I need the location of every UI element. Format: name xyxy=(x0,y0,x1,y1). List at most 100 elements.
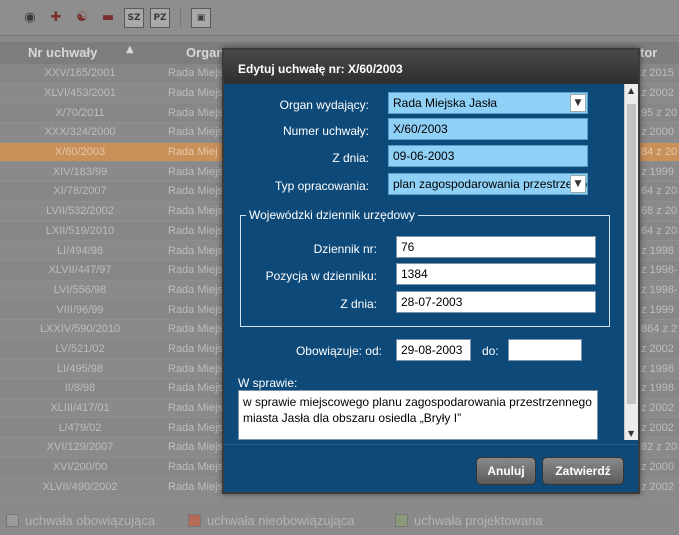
cell-nr: L/479/02 xyxy=(58,421,102,434)
column-header-organ[interactable]: Organ xyxy=(186,45,224,60)
legend-item: uchwała nieobowiązująca xyxy=(188,513,354,528)
legend-label: uchwała projektowana xyxy=(414,513,543,528)
cell-nr: XLVII/447/97 xyxy=(48,264,112,277)
sort-icon[interactable]: ▲︎ xyxy=(126,44,134,55)
cell-organ: Rada Miejsk xyxy=(168,165,229,178)
cell-extra: z 1998- xyxy=(641,283,678,296)
obowiazuje-label: Obowiązuje: od: xyxy=(295,344,382,358)
cell-organ: Rada Miejsk xyxy=(168,382,229,395)
legend: uchwała obowiązująca uchwała nieobowiązu… xyxy=(0,505,679,535)
cell-nr: LI/494/98 xyxy=(57,244,103,257)
legend-item: uchwała obowiązująca xyxy=(6,513,155,528)
cell-extra: z 2002 xyxy=(641,87,675,100)
legend-item: uchwała projektowana xyxy=(395,513,543,528)
dz-z-dnia-input[interactable]: 28-07-2003 xyxy=(396,291,596,313)
cell-nr: XIV/183/99 xyxy=(52,165,108,178)
cell-nr: XLIII/417/01 xyxy=(50,402,110,415)
pozycja-input[interactable]: 1384 xyxy=(396,263,596,285)
cancel-button[interactable]: Anuluj xyxy=(476,457,536,485)
dziennik-legend: Wojewódzki dziennik urzędowy xyxy=(246,208,418,222)
chevron-down-icon[interactable]: ▼ xyxy=(628,429,634,438)
toolbar-separator xyxy=(180,7,181,28)
obowiazuje-do-input[interactable] xyxy=(508,339,582,361)
cell-nr: LI/495/98 xyxy=(57,362,103,375)
dialog-title: Edytuj uchwałę nr: X/60/2003 xyxy=(224,50,638,84)
cell-nr: XVI/200/00 xyxy=(52,461,108,474)
cell-extra: z 2002 xyxy=(641,480,675,493)
cell-organ: Rada Miejsk xyxy=(168,303,229,316)
cell-nr: XVI/129/2007 xyxy=(46,441,114,454)
do-label: do: xyxy=(482,344,499,358)
pozycja-label: Pozycja w dzienniku: xyxy=(265,269,377,283)
cell-organ: Rada Miejsk xyxy=(168,461,229,474)
obowiazuje-od-input[interactable]: 29-08-2003 xyxy=(396,339,471,361)
cell-organ: Rada Miejsk xyxy=(168,480,229,493)
edit-dialog: Edytuj uchwałę nr: X/60/2003 Organ wydaj… xyxy=(222,48,640,494)
chevron-down-icon[interactable]: ▼ xyxy=(570,94,586,112)
cell-nr: LVII/532/2002 xyxy=(46,205,114,218)
legend-label: uchwała obowiązująca xyxy=(25,513,156,528)
cell-organ: Rada Miej xyxy=(168,146,218,159)
remove-icon[interactable]: ▬ xyxy=(98,8,118,28)
cell-extra: 864 z 2 xyxy=(641,323,678,336)
organ-value: Rada Miejska Jasła xyxy=(393,96,498,110)
cell-extra: z 2002 xyxy=(641,402,675,415)
cell-nr: XXV/165/2001 xyxy=(44,67,116,80)
cell-nr: XLVI/453/2001 xyxy=(44,87,116,100)
print-icon[interactable]: ▣ xyxy=(191,7,211,28)
cell-extra: z 2002 xyxy=(641,342,675,355)
cell-extra: 68 z 20 xyxy=(641,205,678,218)
cell-organ: Rada Miejsk xyxy=(168,362,229,375)
w-sprawie-label: W sprawie: xyxy=(238,376,298,390)
dziennik-nr-label: Dziennik nr: xyxy=(313,242,377,256)
cell-nr: LXII/519/2010 xyxy=(45,224,115,237)
cell-extra: 82 z 20 xyxy=(641,441,678,454)
cell-nr: II/8/98 xyxy=(64,382,96,395)
add-icon[interactable]: ✚ xyxy=(46,8,66,28)
chevron-up-icon[interactable]: ▲ xyxy=(628,86,634,95)
cell-nr: X/60/2003 xyxy=(54,146,106,159)
cell-organ: Rada Miejsk xyxy=(168,106,229,119)
numer-input[interactable]: X/60/2003 xyxy=(388,118,588,140)
dz-z-dnia-label: Z dnia: xyxy=(340,297,377,311)
dialog-footer: Anuluj Zatwierdź xyxy=(224,444,638,492)
cell-organ: Rada Miejsk xyxy=(168,67,229,80)
scrollbar-thumb[interactable] xyxy=(627,104,636,404)
cell-extra: 64 z 20 xyxy=(641,224,678,237)
sz-icon[interactable]: SZ xyxy=(124,7,144,28)
z-dnia-label: Z dnia: xyxy=(332,151,369,165)
numer-label: Numer uchwały: xyxy=(282,124,369,138)
column-header-autor[interactable]: tor xyxy=(640,45,657,60)
legend-swatch xyxy=(188,514,201,527)
add-user-icon[interactable]: ☯ xyxy=(72,8,92,28)
legend-label: uchwała nieobowiązująca xyxy=(207,513,355,528)
cell-extra: z 1999 xyxy=(641,165,675,178)
chevron-down-icon[interactable]: ▼ xyxy=(570,175,586,193)
cell-extra: z 1999 xyxy=(641,303,675,316)
dialog-scrollbar[interactable]: ▲ ▼ xyxy=(624,84,638,440)
cell-nr: LVI/556/98 xyxy=(53,283,107,296)
cell-organ: Rada Miejsk xyxy=(168,244,229,257)
binoculars-icon[interactable]: ◉ xyxy=(20,8,40,28)
w-sprawie-textarea[interactable]: w sprawie miejscowego planu zagospodarow… xyxy=(238,390,598,440)
column-header-nr[interactable]: Nr uchwały xyxy=(28,45,97,60)
cell-organ: Rada Miejsk xyxy=(168,264,229,277)
cell-organ: Rada Miejsk xyxy=(168,224,229,237)
z-dnia-input[interactable]: 09-06-2003 xyxy=(388,145,588,167)
organ-select[interactable]: Rada Miejska Jasła ▼ xyxy=(388,92,588,114)
cell-nr: LXXIV/590/2010 xyxy=(39,323,121,336)
confirm-button[interactable]: Zatwierdź xyxy=(542,457,624,485)
cell-organ: Rada Miejsk xyxy=(168,323,229,336)
dziennik-nr-input[interactable]: 76 xyxy=(396,236,596,258)
typ-label: Typ opracowania: xyxy=(274,179,369,193)
cell-nr: LV/521/02 xyxy=(55,342,105,355)
cell-extra: 84 z 20 xyxy=(641,146,678,159)
legend-swatch xyxy=(6,514,19,527)
typ-select[interactable]: plan zagospodarowania przestrzennego ▼ xyxy=(388,173,588,195)
legend-swatch xyxy=(395,514,408,527)
cell-organ: Rada Miejsk xyxy=(168,441,229,454)
pz-icon[interactable]: PZ xyxy=(150,7,170,28)
cell-nr: VIII/96/99 xyxy=(56,303,104,316)
cell-nr: XI/78/2007 xyxy=(53,185,107,198)
typ-value: plan zagospodarowania przestrzennego xyxy=(393,177,588,191)
